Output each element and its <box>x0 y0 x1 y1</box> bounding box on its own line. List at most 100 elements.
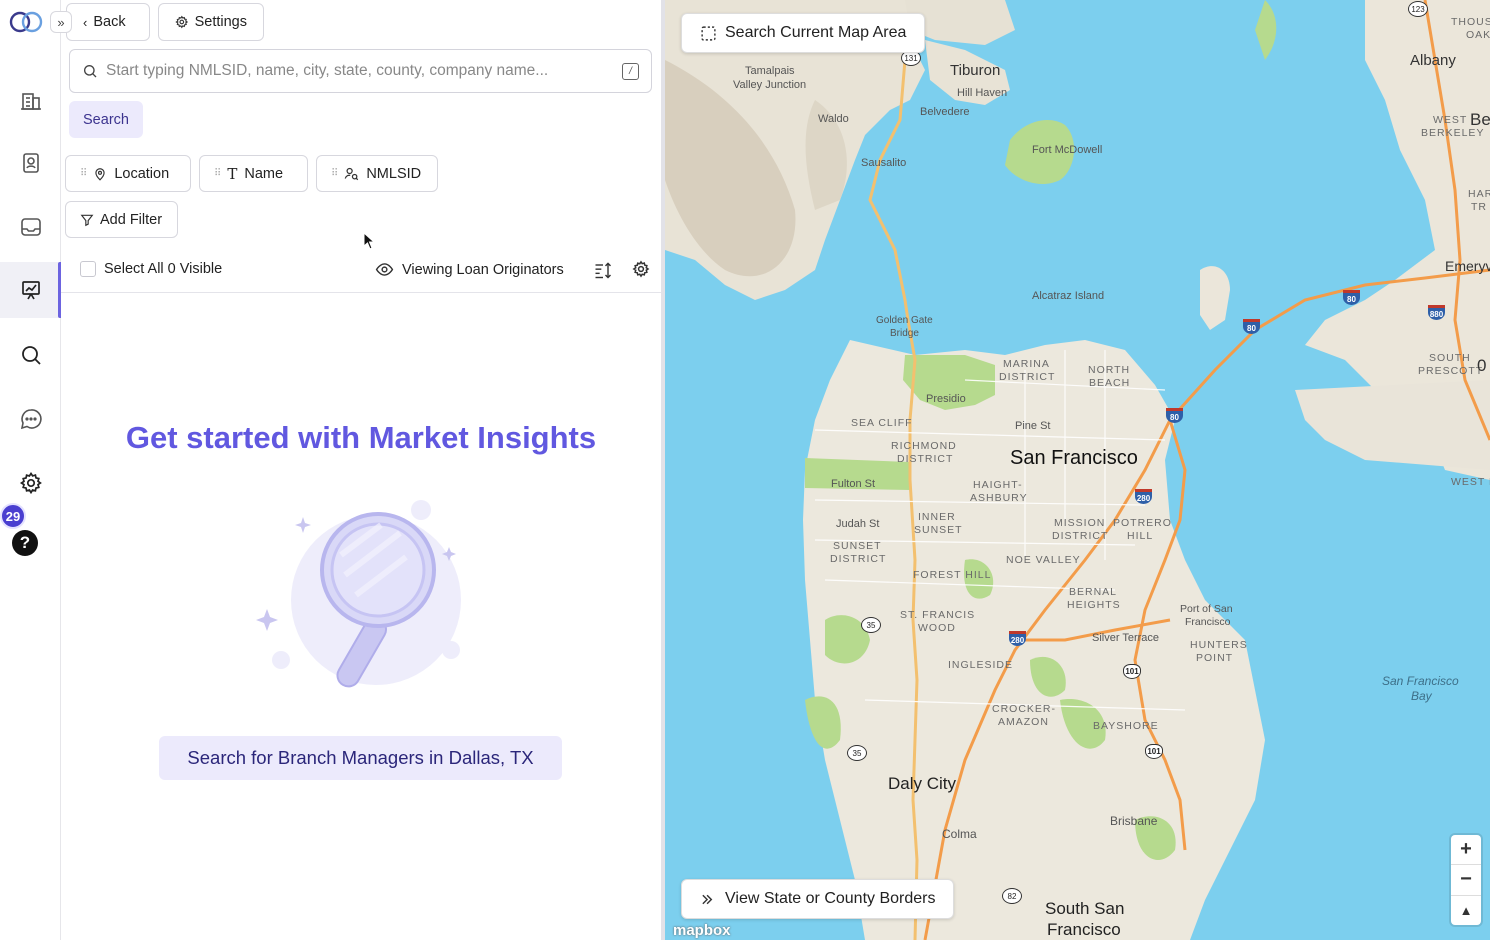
map-label: ST. FRANCIS <box>900 609 976 621</box>
add-filter-button[interactable]: Add Filter <box>65 201 178 238</box>
route-shield: 35 <box>861 617 881 633</box>
expand-sidebar-button[interactable]: » <box>50 11 72 33</box>
search-button[interactable]: Search <box>69 101 143 138</box>
search-branch-managers-button[interactable]: Search for Branch Managers in Dallas, TX <box>159 736 562 780</box>
nav-messages[interactable] <box>0 391 61 447</box>
map-label: Judah St <box>836 518 880 530</box>
map-label: HEIGHTS <box>1067 599 1121 611</box>
back-button[interactable]: ‹ Back <box>66 3 150 41</box>
empty-state-title: Get started with Market Insights <box>125 420 597 455</box>
map-label: Francisco <box>1185 616 1231 628</box>
interstate-shield: 80 <box>1166 408 1183 423</box>
drag-handle-icon[interactable]: ⠿ <box>214 168 221 179</box>
map-label: Colma <box>942 827 977 841</box>
filter-chip-label: NMLSID <box>366 165 422 182</box>
map-label: NORTH <box>1088 364 1131 376</box>
layers-icon <box>702 894 713 904</box>
eye-icon <box>375 263 394 276</box>
us-route-shield: 101 <box>1145 744 1163 759</box>
map-label-south-san-francisco: South San <box>1045 899 1125 918</box>
add-filter-label: Add Filter <box>100 211 163 228</box>
select-all-checkbox[interactable] <box>80 261 96 277</box>
search-icon <box>21 346 41 365</box>
sort-icon[interactable] <box>593 260 613 280</box>
map-label: SEA CLIFF <box>851 417 913 429</box>
mapbox-logo[interactable]: mapbox <box>673 922 731 939</box>
map-label: Alcatraz Island <box>1032 290 1105 302</box>
map-label: SUNSET <box>914 524 963 536</box>
route-shield: 35 <box>847 745 867 761</box>
filter-chip-nmlsid[interactable]: ⠿ NMLSID <box>316 155 438 192</box>
map-label: MISSION <box>1054 517 1106 529</box>
map-label: DISTRICT <box>897 453 954 465</box>
map-base-layer <box>665 0 1490 940</box>
map-label: MARINA <box>1003 358 1050 370</box>
search-field: / <box>69 49 652 93</box>
filter-icon <box>80 214 94 226</box>
gear-icon <box>175 15 189 29</box>
viewing-label: Viewing Loan Originators <box>402 261 564 278</box>
map-label: DISTRICT <box>830 553 887 565</box>
view-borders-label: View State or County Borders <box>725 890 936 907</box>
map-label: TR <box>1471 201 1487 213</box>
nav-market-insights[interactable] <box>0 262 62 318</box>
settings-button[interactable]: Settings <box>158 3 264 41</box>
map-label: Waldo <box>818 113 849 125</box>
gear-icon[interactable] <box>632 260 650 278</box>
map-label: Silver Terrace <box>1092 632 1160 644</box>
keyboard-shortcut-icon: / <box>622 62 639 80</box>
filter-chip-name[interactable]: ⠿ T Name <box>199 155 308 192</box>
map-label: Be <box>1470 110 1490 129</box>
map-label: FOREST HILL <box>913 569 992 581</box>
route-shield: 123 <box>1408 1 1428 17</box>
compass-button[interactable]: ▲ <box>1451 896 1481 925</box>
view-borders-button[interactable]: View State or County Borders <box>681 879 955 919</box>
map-canvas[interactable]: Tamalpais Valley Junction Tiburon Hill H… <box>665 0 1490 940</box>
map-label: SOUTH <box>1429 352 1471 364</box>
search-input[interactable] <box>106 62 622 80</box>
map-label: Sausalito <box>861 157 907 169</box>
magnifier-illustration-icon <box>256 500 461 688</box>
route-shield: 82 <box>1002 888 1022 904</box>
filter-chip-location[interactable]: ⠿ Location <box>65 155 191 192</box>
help-button[interactable]: ? <box>12 530 38 556</box>
viewing-toggle[interactable]: Viewing Loan Originators <box>375 260 564 279</box>
drag-handle-icon[interactable]: ⠿ <box>80 168 87 179</box>
inbox-icon <box>20 218 41 236</box>
search-map-area-label: Search Current Map Area <box>725 24 907 41</box>
id-icon <box>344 167 359 181</box>
map-label: Fulton St <box>831 478 876 490</box>
app-logo[interactable] <box>8 10 46 34</box>
map-label: Tamalpais <box>745 65 795 77</box>
map-label: Albany <box>1410 52 1456 69</box>
text-icon: T <box>227 164 238 183</box>
nav-contacts[interactable] <box>0 135 61 191</box>
map-label: WEST <box>1433 114 1468 126</box>
contact-card-icon <box>22 153 39 173</box>
map-label: HAIGHT- <box>973 479 1023 491</box>
building-icon <box>20 93 41 110</box>
nav-companies[interactable] <box>0 72 61 128</box>
zoom-in-button[interactable]: + <box>1451 835 1481 866</box>
search-map-area-button[interactable]: Search Current Map Area <box>681 13 926 53</box>
interstate-shield: 280 <box>1135 489 1152 504</box>
notification-badge[interactable]: 29 <box>0 503 26 529</box>
map-label: HUNTERS <box>1190 639 1248 651</box>
map-label: 0 <box>1477 356 1487 375</box>
nav-inbox[interactable] <box>0 199 61 255</box>
map-label: DISTRICT <box>1052 530 1109 542</box>
map-label: CROCKER- <box>992 703 1057 715</box>
presentation-chart-icon <box>21 281 40 300</box>
map-label: POINT <box>1196 652 1234 664</box>
nav-search[interactable] <box>0 327 61 383</box>
search-panel: ‹ Back Settings / Search ⠿ Location ⠿ T … <box>61 0 661 940</box>
chevron-left-icon: ‹ <box>83 14 88 30</box>
map-label: Tiburon <box>950 62 1001 79</box>
map-label: Golden Gate <box>876 315 933 326</box>
map-label: Bay <box>1411 689 1432 703</box>
zoom-out-button[interactable]: − <box>1451 865 1481 896</box>
drag-handle-icon[interactable]: ⠿ <box>331 168 338 179</box>
map-label: Brisbane <box>1110 814 1158 828</box>
map-label: SUNSET <box>833 540 882 552</box>
map-label-san-francisco: San Francisco <box>1010 447 1138 469</box>
